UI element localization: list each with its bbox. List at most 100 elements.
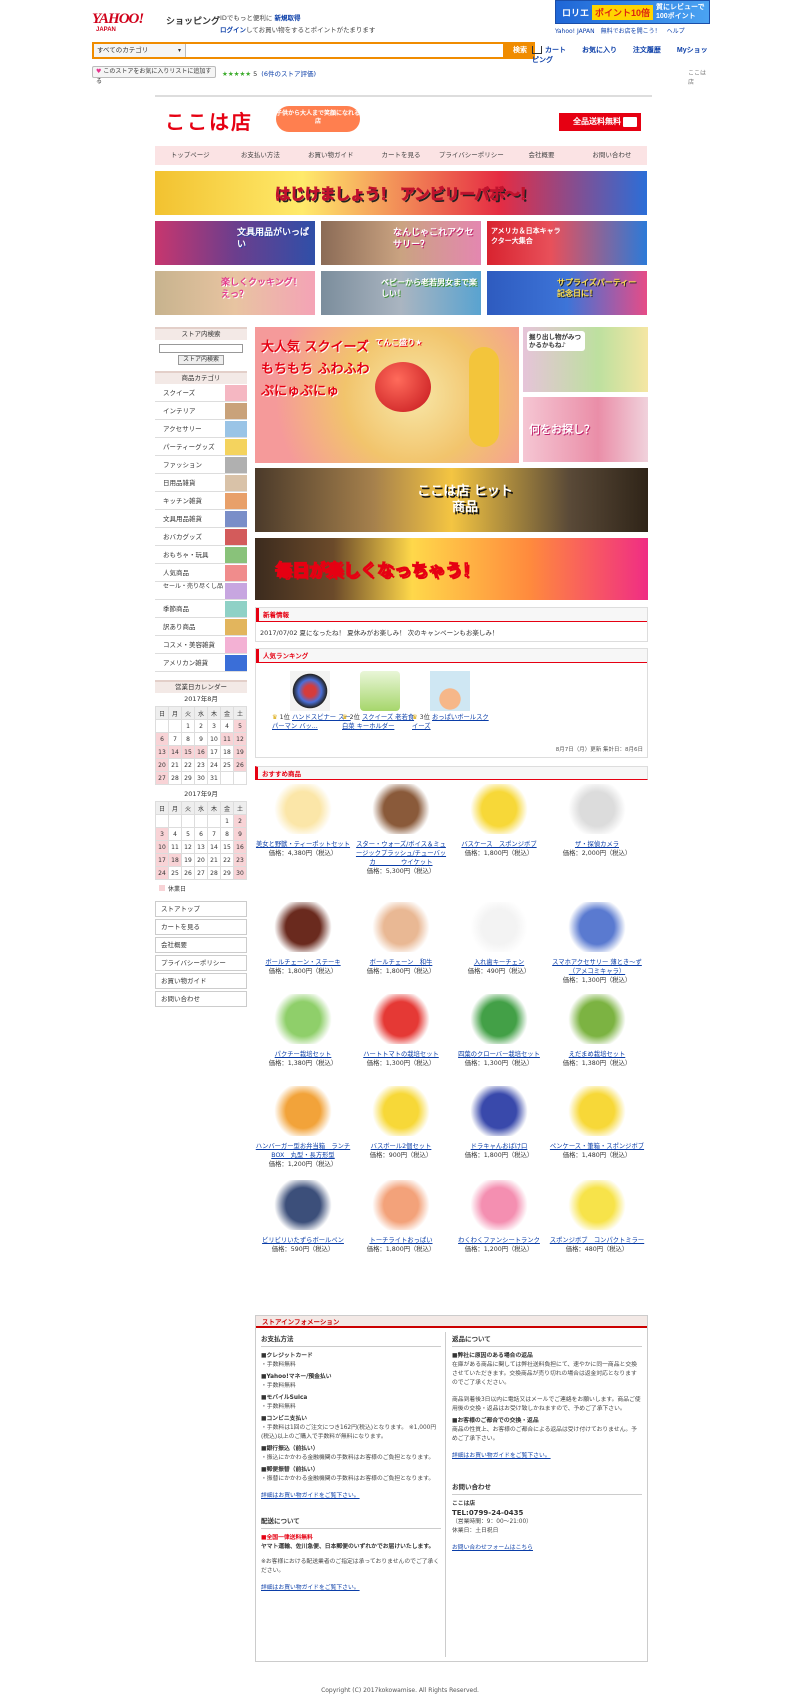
ranking-item-1[interactable]: ♛ 1位 ハンドスピナー スーパーマン バッ... <box>272 671 352 731</box>
product-card[interactable]: ドラキャんおばけ口 価格：1,800円（税込） <box>451 1086 547 1160</box>
product-image[interactable] <box>568 1180 626 1230</box>
product-card[interactable]: バスボール2個セット 価格：900円（税込） <box>353 1086 449 1160</box>
product-name-link[interactable]: えだまめ栽培セット <box>549 1050 645 1059</box>
product-name-link[interactable]: ビリビリいたずらボールペン <box>255 1236 351 1245</box>
store-logo[interactable]: ここは店 <box>165 106 253 135</box>
banner-surprise-party[interactable]: サプライズパーティー 記念日に！ <box>487 271 647 315</box>
product-name-link[interactable]: わくわくファンシートランク <box>451 1236 547 1245</box>
category-item[interactable]: 人気商品 <box>155 564 247 582</box>
store-search-button[interactable]: ストア内検索 <box>178 355 224 365</box>
product-card[interactable]: スター・ウォーズ/ボイス＆ミュージックプラッシュ/チューバッカ ウイケット 価格：… <box>353 784 449 876</box>
shopping-label[interactable]: ショッピング <box>166 14 220 27</box>
banner-unbelievable[interactable]: はじけましょう！ アンビリーバボ〜！ <box>155 171 647 215</box>
yahoo-logo[interactable]: YAHOO! JAPAN <box>92 12 164 36</box>
category-item[interactable]: 日用品雑貨 <box>155 474 247 492</box>
category-item[interactable]: 季節商品 <box>155 600 247 618</box>
product-image[interactable] <box>470 1086 528 1136</box>
product-image[interactable] <box>274 994 332 1044</box>
ranking-item-3[interactable]: ♛ 3位 おっぱいボールスクイーズ <box>412 671 492 731</box>
banner-daily-fun[interactable]: 毎日が楽しくなっちゃう！ <box>255 538 648 600</box>
product-card[interactable]: ボールチェーン 和牛 価格：1,800円（税込） <box>353 902 449 976</box>
product-card[interactable]: バスケース スポンジボブ 価格：1,800円（税込） <box>451 784 547 858</box>
category-item[interactable]: キッチン雑貨 <box>155 492 247 510</box>
product-image[interactable] <box>372 1086 430 1136</box>
banner-treasure-finds[interactable]: 掘り出し物がみつかるかもね♪ <box>523 327 648 392</box>
search-input[interactable] <box>186 44 436 57</box>
top-links[interactable]: Yahoo! JAPAN 無料でお店を開こう！ ヘルプ <box>555 26 685 35</box>
category-item[interactable]: おもちゃ・玩具 <box>155 546 247 564</box>
store-nav-contact[interactable]: お問い合わせ <box>577 146 647 165</box>
product-card[interactable]: スマホアクセサリー 薄とき〜ず（アメコミキャラ） 価格：1,300円（税込） <box>549 902 645 985</box>
product-card[interactable]: ビリビリいたずらボールペン 価格：590円（税込） <box>255 1180 351 1254</box>
nav-cart[interactable]: カート <box>532 46 566 55</box>
contact-form-link[interactable]: お問い合わせフォームはこちら <box>452 1545 533 1551</box>
sidebar-link[interactable]: カートを見る <box>155 919 247 935</box>
product-card[interactable]: ハートトマトの栽培セット 価格：1,300円（税込） <box>353 994 449 1068</box>
ranking-item-2[interactable]: ♛ 2位 スクイーズ 老若食 白菜 キーホルダー <box>342 671 422 731</box>
product-name-link[interactable]: バスケース スポンジボブ <box>451 840 547 849</box>
category-item[interactable]: セール・売り尽くし品 <box>155 582 247 600</box>
category-item[interactable]: ファッション <box>155 456 247 474</box>
shipping-guide-link[interactable]: 詳細はお買い物ガイドをご覧下さい。 <box>261 1585 360 1591</box>
product-image[interactable] <box>470 1180 528 1230</box>
product-card[interactable]: ペンケース・筆箱・スポンジボブ 価格：1,480円（税込） <box>549 1086 645 1160</box>
product-name-link[interactable]: 入れ歯キーチェン <box>451 958 547 967</box>
category-item[interactable]: 文具用品雑貨 <box>155 510 247 528</box>
sidebar-link[interactable]: ストアトップ <box>155 901 247 917</box>
banner-characters[interactable]: アメリカ＆日本キャラクター大集合 <box>487 221 647 265</box>
product-image[interactable] <box>274 784 332 834</box>
product-image[interactable] <box>372 784 430 834</box>
register-link[interactable]: 新規取得 <box>275 14 301 22</box>
sidebar-link[interactable]: お買い物ガイド <box>155 973 247 989</box>
returns-guide-link[interactable]: 詳細はお買い物ガイドをご覧下さい。 <box>452 1453 551 1459</box>
product-image[interactable] <box>568 902 626 952</box>
banner-squishy[interactable]: 大人気 スクイーズ もちもち ふわふわ ぷにゅぷにゅ てんこ盛り★ <box>255 327 519 463</box>
product-card[interactable]: えだまめ栽培セット 価格：1,380円（税込） <box>549 994 645 1068</box>
store-nav-privacy[interactable]: プライバシーポリシー <box>436 146 506 165</box>
category-item[interactable]: コスメ・美容雑貨 <box>155 636 247 654</box>
sidebar-link[interactable]: お問い合わせ <box>155 991 247 1007</box>
category-item[interactable]: パーティーグッズ <box>155 438 247 456</box>
sidebar-link[interactable]: 会社概要 <box>155 937 247 953</box>
product-image[interactable] <box>568 784 626 834</box>
product-image[interactable] <box>274 1086 332 1136</box>
login-link[interactable]: ログイン <box>220 26 246 34</box>
product-card[interactable]: ハンバーガー型お弁当箱 ランチBOX 丸型・長方形型 価格：1,200円（税込） <box>255 1086 351 1169</box>
nav-favorites[interactable]: お気に入り <box>582 47 617 54</box>
product-image[interactable] <box>470 784 528 834</box>
product-name-link[interactable]: ボールチェーン 和牛 <box>353 958 449 967</box>
product-card[interactable]: パクチー栽培セット 価格：1,380円（税込） <box>255 994 351 1068</box>
store-nav-payment[interactable]: お支払い方法 <box>225 146 295 165</box>
store-nav-top[interactable]: トップページ <box>155 146 225 165</box>
nav-order-history[interactable]: 注文履歴 <box>633 47 661 54</box>
category-select[interactable]: すべてのカテゴリ ▾ <box>94 44 186 57</box>
product-image[interactable] <box>568 994 626 1044</box>
category-item[interactable]: おバカグッズ <box>155 528 247 546</box>
category-item[interactable]: インテリア <box>155 402 247 420</box>
category-item[interactable]: アメリカン雑貨 <box>155 654 247 672</box>
promo-ad-banner[interactable]: ロリエ ポイント10倍 質にレビューで100ポイント <box>555 0 710 24</box>
store-nav-guide[interactable]: お買い物ガイド <box>296 146 366 165</box>
product-name-link[interactable]: トーチライトおっぱい <box>353 1236 449 1245</box>
product-image[interactable] <box>274 1180 332 1230</box>
category-item[interactable]: 訳あり商品 <box>155 618 247 636</box>
add-favorite-button[interactable]: ♥ このストアをお気に入りリストに追加する <box>92 66 216 85</box>
banner-accessories[interactable]: なんじゃこれアクセサリー？ <box>321 221 481 265</box>
product-image[interactable] <box>372 994 430 1044</box>
banner-cooking[interactable]: 楽しくクッキング！えっ？ <box>155 271 315 315</box>
product-name-link[interactable]: スター・ウォーズ/ボイス＆ミュージックプラッシュ/チューバッカ ウイケット <box>353 840 449 867</box>
product-card[interactable]: トーチライトおっぱい 価格：1,800円（税込） <box>353 1180 449 1254</box>
category-item[interactable]: アクセサリー <box>155 420 247 438</box>
store-nav-company[interactable]: 会社概要 <box>506 146 576 165</box>
product-image[interactable] <box>274 902 332 952</box>
product-name-link[interactable]: ハートトマトの栽培セット <box>353 1050 449 1059</box>
review-count-link[interactable]: (6件のストア評価) <box>261 70 316 78</box>
product-card[interactable]: ザ・探偵カメラ 価格：2,000円（税込） <box>549 784 645 858</box>
product-card[interactable]: 四葉のクローバー栽培セット 価格：1,300円（税込） <box>451 994 547 1068</box>
search-button[interactable]: 検索 <box>505 42 535 59</box>
product-image[interactable] <box>470 902 528 952</box>
product-name-link[interactable]: スポンジボブ コンパクトミラー <box>549 1236 645 1245</box>
product-name-link[interactable]: ハンバーガー型お弁当箱 ランチBOX 丸型・長方形型 <box>255 1142 351 1160</box>
sidebar-link[interactable]: プライバシーポリシー <box>155 955 247 971</box>
payment-guide-link[interactable]: 詳細はお買い物ガイドをご覧下さい。 <box>261 1493 360 1499</box>
